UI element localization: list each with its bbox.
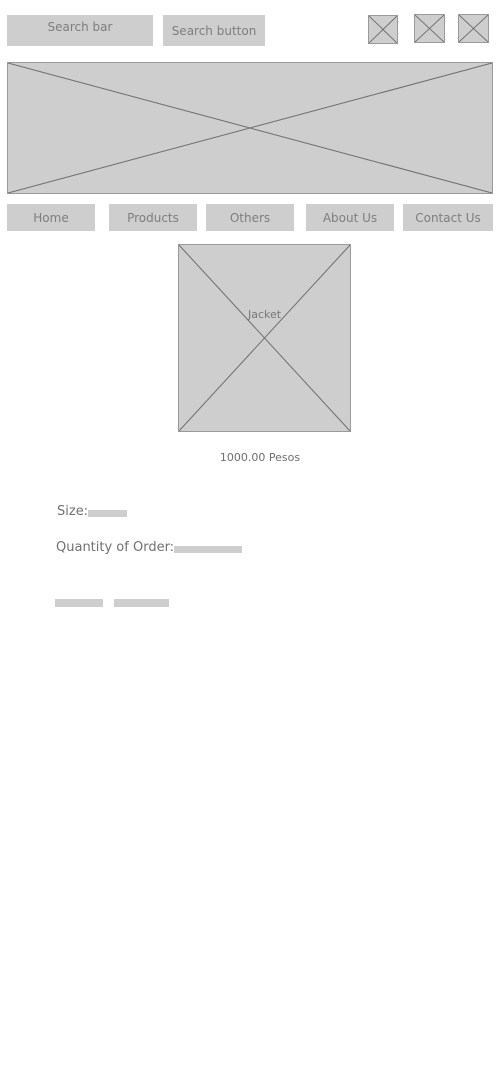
image-placeholder-icon xyxy=(459,15,488,42)
header-icon-3[interactable] xyxy=(458,14,489,43)
image-placeholder-icon xyxy=(415,15,444,42)
nav-item-contact-us[interactable]: Contact Us xyxy=(403,204,493,231)
search-button[interactable]: Search button xyxy=(163,15,265,46)
nav-item-about-us[interactable]: About Us xyxy=(306,204,394,231)
nav-item-label: About Us xyxy=(322,210,378,225)
nav-item-others[interactable]: Others xyxy=(206,204,294,231)
image-placeholder-icon xyxy=(179,245,350,431)
search-input[interactable]: Search bar xyxy=(7,15,153,46)
quantity-input[interactable] xyxy=(174,546,242,553)
image-placeholder-icon xyxy=(8,63,492,193)
nav-item-label: Products xyxy=(127,210,179,225)
banner-image xyxy=(7,62,493,194)
product-image-label: Jacket xyxy=(247,308,282,321)
size-label: Size: xyxy=(57,504,89,519)
quantity-label: Quantity of Order: xyxy=(56,540,175,555)
nav-item-label: Others xyxy=(229,210,271,225)
action-button-2[interactable] xyxy=(114,599,169,607)
action-button-1[interactable] xyxy=(55,599,103,607)
product-price: 1000.00 Pesos xyxy=(219,451,301,464)
image-placeholder-icon xyxy=(369,16,397,43)
nav-item-label: Contact Us xyxy=(415,210,481,225)
nav-item-products[interactable]: Products xyxy=(109,204,197,231)
search-button-label: Search button xyxy=(171,23,257,38)
size-select[interactable] xyxy=(88,510,127,517)
header-icon-2[interactable] xyxy=(414,14,445,43)
search-bar-label: Search bar xyxy=(47,20,113,34)
nav-item-home[interactable]: Home xyxy=(7,204,95,231)
nav-item-label: Home xyxy=(33,210,69,225)
header-icon-1[interactable] xyxy=(368,15,398,44)
product-image: Jacket xyxy=(178,244,351,432)
